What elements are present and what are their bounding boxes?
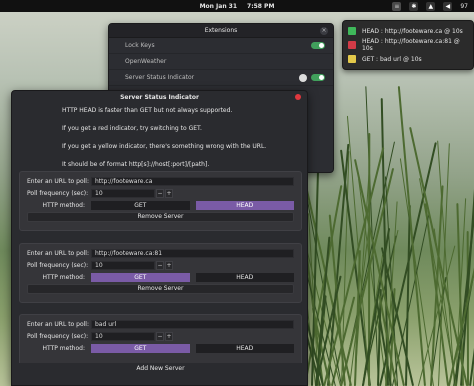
accessibility-icon[interactable]: ✱ — [409, 1, 419, 11]
increment-button[interactable]: + — [165, 261, 173, 270]
get-button[interactable]: GET — [91, 344, 190, 353]
indicator-menu-item[interactable]: GET : bad url @ 10s — [343, 52, 473, 66]
method-label: HTTP method: — [42, 345, 85, 352]
get-button[interactable]: GET — [91, 201, 190, 210]
frequency-label: Poll frequency (sec): — [27, 262, 89, 269]
method-row: HTTP method: GET HEAD — [27, 272, 294, 283]
method-label: HTTP method: — [42, 202, 85, 209]
get-button[interactable]: GET — [91, 273, 190, 282]
frequency-input[interactable]: 10 — [91, 261, 155, 270]
extensions-title: Extensions — [204, 27, 238, 34]
frequency-label: Poll frequency (sec): — [27, 333, 89, 340]
frequency-row: Poll frequency (sec): 10− + — [27, 260, 294, 271]
frequency-input[interactable]: 10 — [91, 332, 155, 341]
frequency-row: Poll frequency (sec): 10− + — [27, 331, 294, 342]
network-icon[interactable]: ▲ — [426, 1, 436, 11]
indicator-menu-item[interactable]: HEAD : http://footeware.ca:81 @ 10s — [343, 38, 473, 52]
extension-row: OpenWeather — [109, 54, 333, 70]
date-label[interactable]: Mon Jan 31 — [200, 3, 237, 10]
url-row: Enter an URL to poll: http://footeware.ca… — [27, 248, 294, 259]
extension-name: Server Status Indicator — [125, 74, 195, 81]
indicator-menu-label: GET : bad url @ 10s — [362, 55, 422, 63]
info-line: It should be of format http[s]://host[:p… — [62, 161, 210, 168]
increment-button[interactable]: + — [165, 332, 173, 341]
method-label: HTTP method: — [42, 274, 85, 281]
frequency-stepper: 10− + — [91, 332, 173, 341]
extension-name: Lock Keys — [125, 42, 155, 49]
server-card: Enter an URL to poll: http://footeware.ca… — [19, 171, 302, 231]
url-row: Enter an URL to poll: http://footeware.ca — [27, 176, 294, 187]
url-input[interactable]: http://footeware.ca — [91, 177, 294, 186]
method-row: HTTP method: GET HEAD — [27, 343, 294, 354]
method-row: HTTP method: GET HEAD — [27, 200, 294, 211]
extension-name: OpenWeather — [125, 58, 167, 65]
status-square-icon — [348, 27, 356, 35]
frequency-input[interactable]: 10 — [91, 189, 155, 198]
close-icon[interactable]: × — [320, 27, 328, 35]
indicator-menu-label: HEAD : http://footeware.ca:81 @ 10s — [362, 38, 460, 52]
url-label: Enter an URL to poll: — [27, 178, 89, 185]
url-input[interactable]: bad url — [91, 320, 294, 329]
dialog-titlebar: Server Status Indicator — [12, 91, 307, 103]
server-card: Enter an URL to poll: http://footeware.ca… — [19, 243, 302, 303]
decrement-button[interactable]: − — [156, 261, 164, 270]
frequency-stepper: 10− + — [91, 261, 173, 270]
remove-server-button[interactable]: Remove Server — [27, 284, 294, 294]
head-button[interactable]: HEAD — [195, 273, 294, 282]
indicator-menu-label: HEAD : http://footeware.ca @ 10s — [362, 27, 463, 35]
decrement-button[interactable]: − — [156, 189, 164, 198]
frequency-row: Poll frequency (sec): 10− + — [27, 188, 294, 199]
top-panel: Mon Jan 31 7:58 PM ≡ ✱ ▲ ◀ 97 — [0, 0, 474, 12]
server-status-dialog: Server Status Indicator HTTP HEAD is fas… — [11, 90, 308, 386]
indicator-menu-item[interactable]: HEAD : http://footeware.ca @ 10s — [343, 24, 473, 38]
indicator-dropdown-menu: HEAD : http://footeware.ca @ 10s HEAD : h… — [342, 20, 474, 70]
head-button[interactable]: HEAD — [195, 344, 294, 353]
status-square-icon — [348, 41, 356, 49]
url-label: Enter an URL to poll: — [27, 250, 89, 257]
url-row: Enter an URL to poll: bad url — [27, 319, 294, 330]
dialog-title: Server Status Indicator — [120, 93, 199, 101]
frequency-stepper: 10− + — [91, 189, 173, 198]
add-new-server-button[interactable]: Add New Server — [19, 363, 302, 375]
info-line: If you get a red indicator, try switchin… — [62, 125, 202, 132]
time-label[interactable]: 7:58 PM — [247, 3, 274, 10]
extension-row: Lock Keys — [109, 38, 333, 54]
info-text: HTTP HEAD is faster than GET but not alw… — [62, 105, 307, 170]
settings-icon[interactable] — [299, 73, 307, 82]
server-status-indicator-icon[interactable]: ≡ — [392, 1, 402, 11]
extensions-titlebar: Extensions × — [109, 24, 333, 38]
extension-toggle[interactable] — [311, 42, 325, 49]
extension-toggle[interactable] — [311, 74, 325, 81]
url-label: Enter an URL to poll: — [27, 321, 89, 328]
battery-percent[interactable]: 97 — [460, 3, 468, 10]
status-square-icon — [348, 55, 356, 63]
increment-button[interactable]: + — [165, 189, 173, 198]
volume-icon[interactable]: ◀ — [443, 1, 453, 11]
info-line: If you get a yellow indicator, there's s… — [62, 143, 267, 150]
info-line: HTTP HEAD is faster than GET but not alw… — [62, 107, 233, 114]
extension-row: Server Status Indicator — [109, 70, 333, 86]
url-input[interactable]: http://footeware.ca:81 — [91, 249, 294, 258]
frequency-label: Poll frequency (sec): — [27, 190, 89, 197]
decrement-button[interactable]: − — [156, 332, 164, 341]
close-icon[interactable] — [295, 94, 301, 100]
remove-server-button[interactable]: Remove Server — [27, 212, 294, 222]
head-button[interactable]: HEAD — [195, 201, 294, 210]
